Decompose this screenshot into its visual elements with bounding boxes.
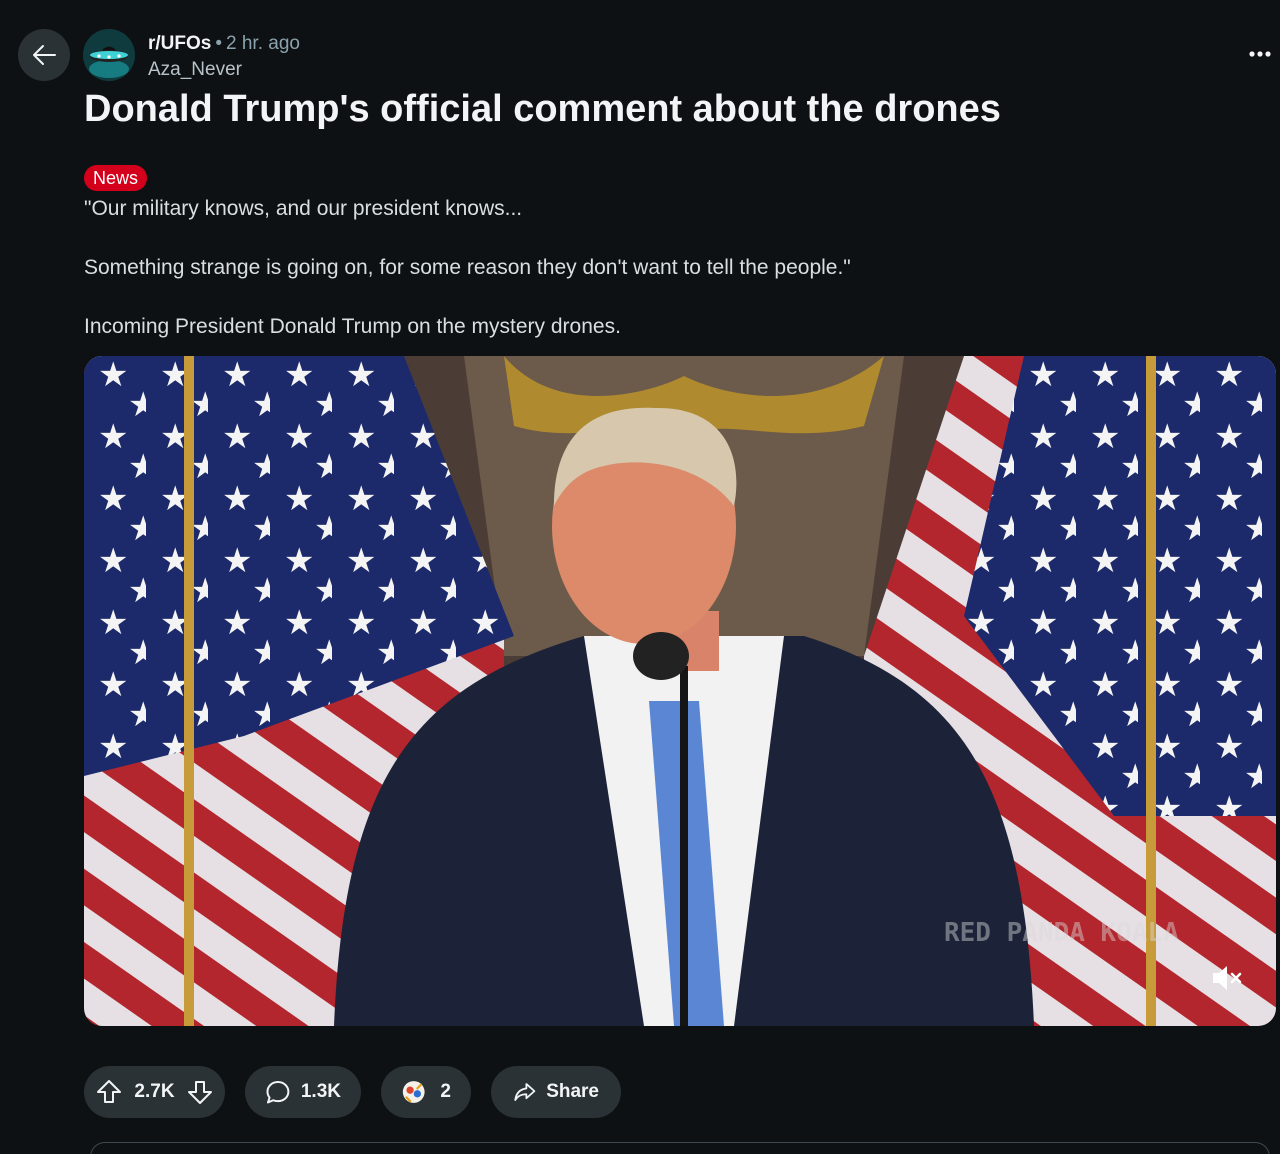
back-button[interactable] [18, 29, 70, 81]
arrow-down-icon [187, 1081, 212, 1104]
share-arrow-icon [514, 1083, 536, 1101]
upvote-button[interactable] [96, 1079, 122, 1105]
downvote-button[interactable] [187, 1079, 213, 1105]
award-count: 2 [440, 1081, 451, 1102]
post-actions-bar: 2.7K 1.3K 2 Share [0, 1066, 1280, 1118]
ufo-icon [83, 29, 135, 81]
awards-button[interactable]: 2 [381, 1066, 471, 1118]
post-time: 2 hr. ago [226, 33, 300, 54]
post-body-line: "Our military knows, and our president k… [84, 197, 523, 220]
subreddit-link[interactable]: r/UFOs [148, 33, 211, 54]
speaker-muted-icon [1213, 966, 1242, 990]
post-meta: r/UFOs • 2 hr. ago Aza_Never [148, 31, 300, 83]
video-watermark: RED PANDA KOALA [944, 918, 1179, 948]
post-body-line: Incoming President Donald Trump on the m… [84, 315, 621, 338]
video-frame: ★ ★ RED PANDA KOALA [84, 356, 1276, 1026]
award-icon [402, 1081, 425, 1103]
share-label: Share [546, 1081, 599, 1102]
arrow-left-icon [33, 45, 56, 65]
post-title[interactable]: Donald Trump's official comment about th… [84, 88, 1001, 131]
comment-count: 1.3K [300, 1081, 341, 1102]
add-comment-box[interactable] [90, 1142, 1270, 1154]
vote-control: 2.7K [84, 1066, 225, 1118]
more-options-button[interactable] [1240, 36, 1280, 72]
share-button[interactable]: Share [491, 1066, 621, 1118]
mute-button[interactable] [1206, 958, 1246, 998]
arrow-up-icon [97, 1080, 121, 1103]
post-page: r/UFOs • 2 hr. ago Aza_Never Donald Trump'… [0, 0, 1280, 1154]
ellipsis-icon [1249, 51, 1271, 57]
speech-bubble-icon [266, 1081, 290, 1104]
upvote-count: 2.7K [134, 1081, 175, 1102]
author-link[interactable]: Aza_Never [148, 57, 300, 83]
post-flair[interactable]: News [84, 165, 148, 191]
post-body-line: Something strange is going on, for some … [84, 256, 851, 279]
meta-separator: • [215, 33, 223, 54]
comments-button[interactable]: 1.3K [245, 1066, 361, 1118]
subreddit-avatar[interactable] [83, 29, 135, 81]
video-player[interactable]: ★ ★ RED PANDA KOALA [84, 356, 1276, 1026]
